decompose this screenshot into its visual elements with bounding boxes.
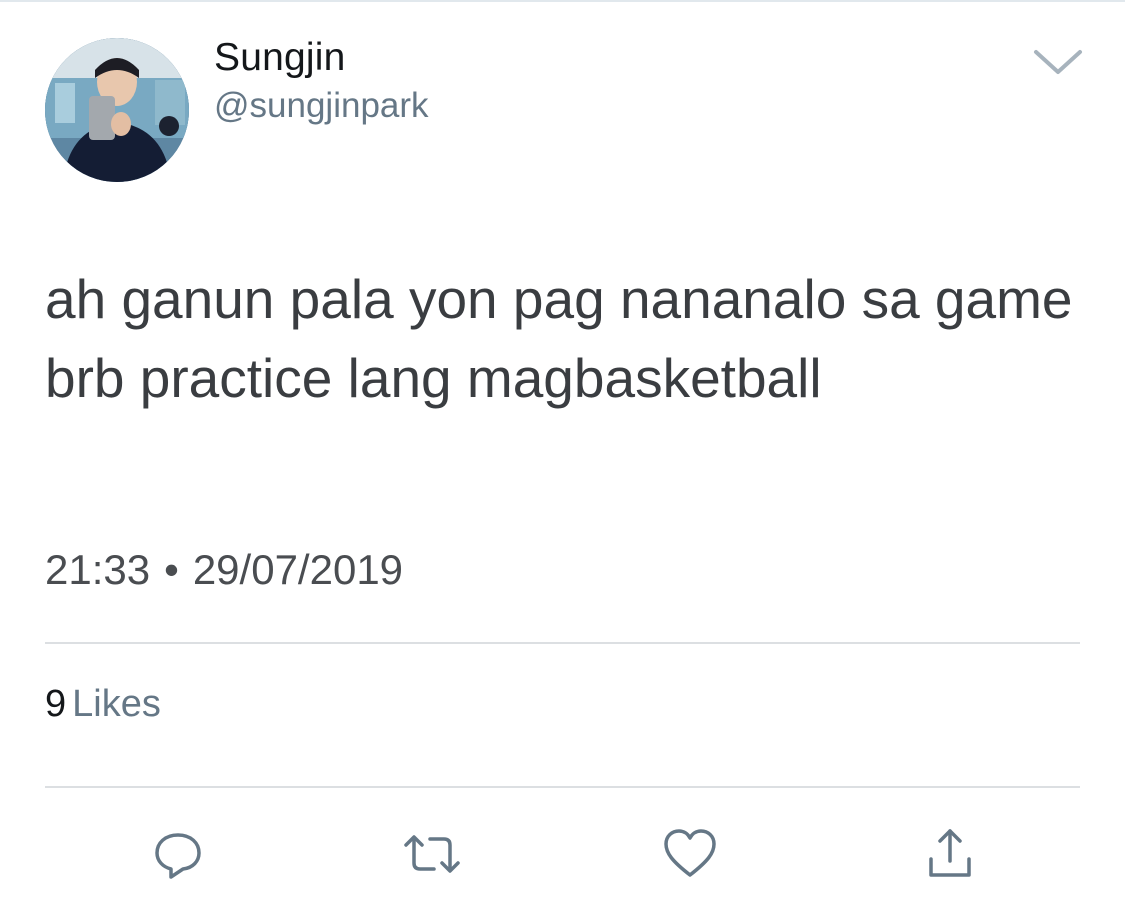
tweet-timestamp[interactable]: 21:33 • 29/07/2019 xyxy=(45,546,403,594)
reply-button[interactable] xyxy=(146,822,210,886)
reply-icon xyxy=(155,833,201,879)
heart-icon xyxy=(664,829,716,877)
divider-top xyxy=(45,642,1080,644)
chevron-down-icon[interactable] xyxy=(1030,44,1086,78)
avatar-photo xyxy=(45,38,189,182)
avatar[interactable] xyxy=(45,38,189,182)
timestamp-separator: • xyxy=(164,546,179,593)
tweet-date: 29/07/2019 xyxy=(192,546,404,593)
divider-bottom xyxy=(45,786,1080,788)
tweet-time: 21:33 xyxy=(45,546,151,593)
likes-count: 9 xyxy=(45,683,67,725)
tweet-text: ah ganun pala yon pag nananalo sa game b… xyxy=(45,268,1073,409)
like-button[interactable] xyxy=(658,822,722,886)
retweet-icon xyxy=(404,835,460,873)
display-name[interactable]: Sungjin xyxy=(214,36,346,80)
retweet-button[interactable] xyxy=(400,822,464,886)
share-button[interactable] xyxy=(918,822,982,886)
top-divider xyxy=(0,0,1125,2)
likes-label: Likes xyxy=(72,683,161,725)
user-handle[interactable]: @sungjinpark xyxy=(214,86,429,126)
likes-stat[interactable]: 9 Likes xyxy=(45,683,161,726)
share-icon xyxy=(929,829,971,877)
